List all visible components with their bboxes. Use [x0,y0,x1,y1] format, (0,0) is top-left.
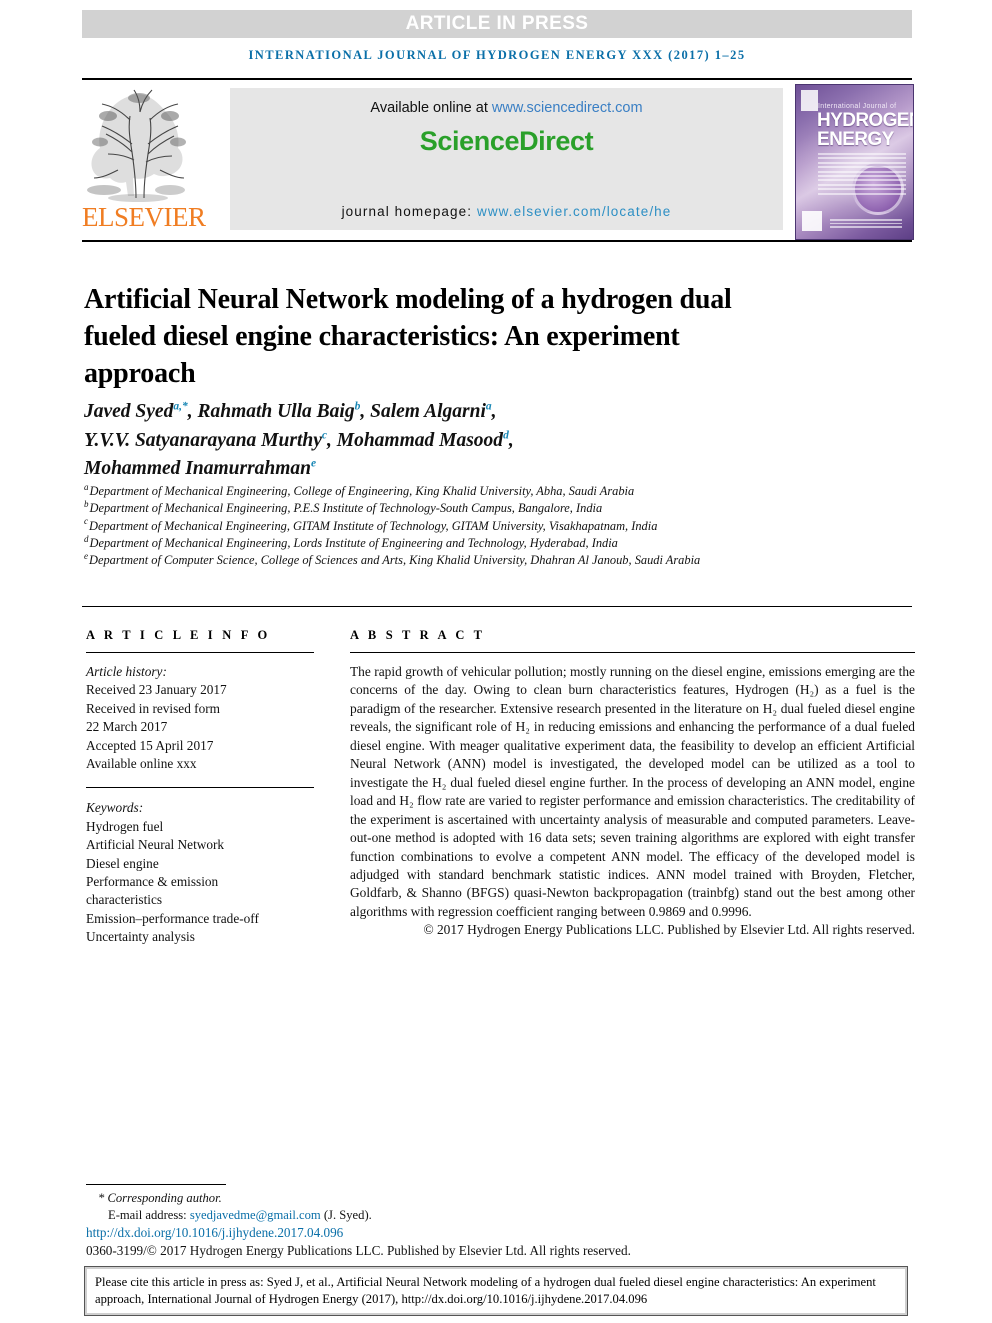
author-name: Y.V.V. Satyanarayana Murthy [84,429,322,451]
abstract-section-top-rule [82,606,912,607]
keyword-item: Emission–performance trade-off [86,910,259,926]
available-online-line: Available online at www.sciencedirect.co… [230,100,783,116]
abstract-heading: A B S T R A C T [350,628,486,642]
history-item: Received in revised form [86,700,221,716]
author-sup: a,* [173,400,188,413]
journal-cover-thumbnail: International Journal of HYDROGEN ENERGY [795,84,914,240]
corresponding-author-note: * Corresponding author. [98,1191,222,1205]
author-name: Javed Syed [84,401,174,422]
article-in-press-banner: ARTICLE IN PRESS [82,10,912,38]
affiliation-marker: a [84,481,89,492]
citation-box: Please cite this article in press as: Sy… [84,1266,908,1316]
issn-copyright-line: 0360-3199/© 2017 Hydrogen Energy Publica… [86,1242,631,1258]
journal-running-header: international journal of hydrogen energy… [248,48,746,62]
keyword-item: characteristics [86,892,163,908]
elsevier-wordmark: ELSEVIER [82,202,206,232]
author-name: Salem Algarni [370,401,486,422]
article-in-press-label: ARTICLE IN PRESS [405,13,589,34]
article-info-rule [86,652,314,653]
history-item: Available online xxx [86,756,197,772]
affiliation-text: Department of Mechanical Engineering, P.… [89,501,603,516]
email-line: E-mail address: syedjavedme@gmail.com (J… [108,1207,866,1224]
author-sup: d [503,429,509,441]
affiliation-item: aDepartment of Mechanical Engineering, C… [84,481,784,500]
affiliation-item: cDepartment of Mechanical Engineering, G… [84,516,784,535]
doi-link[interactable]: http://dx.doi.org/10.1016/j.ijhydene.201… [86,1225,866,1242]
keyword-item: Performance & emission [86,874,219,890]
cover-overline: International Journal of [818,103,897,110]
author-sup: c [321,429,327,441]
keyword-item: Hydrogen fuel [86,818,164,834]
affiliation-text: Department of Mechanical Engineering, GI… [89,518,658,533]
masthead-bottom-rule [82,240,912,242]
cover-footer-lines-decoration [830,219,902,230]
keywords-block: Keywords: Hydrogen fuel Artificial Neura… [86,799,314,946]
article-history-label: Article history: [86,664,167,679]
abstract-text: The rapid growth of vehicular pollution;… [350,664,915,919]
abstract-rule [350,652,915,653]
keyword-item: Diesel engine [86,855,159,871]
affiliation-text: Department of Computer Science, College … [89,553,701,568]
footnote-block: * Corresponding author. E-mail address: … [86,1190,866,1259]
keyword-item: Uncertainty analysis [86,929,195,945]
author-name: Rahmath Ulla Baig [197,401,355,422]
author-sup: b [354,400,361,413]
keywords-label: Keywords: [86,800,144,816]
history-item: Received 23 January 2017 [86,682,227,698]
email-owner: (J. Syed). [323,1207,372,1222]
email-link[interactable]: syedjavedme@gmail.com [190,1208,321,1222]
affiliation-marker: d [84,533,89,544]
cover-title-line2: ENERGY [817,129,894,150]
sciencedirect-wordmark: ScienceDirect [419,126,594,156]
cover-elsevier-icon [801,90,818,111]
affiliation-marker: c [84,516,88,527]
article-history-block: Article history: Received 23 January 201… [86,663,314,773]
sciencedirect-link[interactable]: www.sciencedirect.com [492,100,643,116]
journal-masthead: ELSEVIER Available online at www.science… [82,78,914,240]
keywords-rule [86,787,314,789]
author-sup: e [311,457,317,470]
history-item: Accepted 15 April 2017 [86,737,214,753]
cover-iahe-logo [802,211,822,231]
article-info-column: A R T I C L E I N F O Article history: R… [86,628,314,947]
affiliation-marker: e [84,551,88,562]
affiliation-marker: b [84,499,89,510]
journal-homepage-link[interactable]: www.elsevier.com/locate/he [477,204,671,219]
email-label: E-mail address: [108,1207,187,1222]
affiliation-text: Department of Mechanical Engineering, Lo… [89,535,618,550]
affiliation-item: bDepartment of Mechanical Engineering, P… [84,500,784,517]
footnote-rule [86,1184,226,1185]
affiliation-item: eDepartment of Computer Science, College… [84,552,784,569]
cover-text-lines-decoration [818,153,906,197]
journal-homepage-label: journal homepage: [341,204,473,219]
keyword-item: Artificial Neural Network [86,837,225,853]
history-item: 22 March 2017 [86,719,168,735]
available-online-label: Available online at [370,100,488,116]
abstract-column: A B S T R A C T The rapid growth of vehi… [350,628,915,940]
elsevier-tree-icon [87,89,186,202]
cover-title-line1: HYDROGEN [817,110,914,131]
article-info-heading: A R T I C L E I N F O [86,628,271,642]
page-title: Artificial Neural Network modeling of a … [84,283,732,389]
sciencedirect-banner: Available online at www.sciencedirect.co… [230,88,783,230]
cover-title: HYDROGEN ENERGY [817,110,914,150]
affiliation-list: aDepartment of Mechanical Engineering, C… [84,481,784,569]
author-name: Mohammad Masood [336,429,504,451]
affiliation-text: Department of Mechanical Engineering, Co… [89,484,635,498]
journal-homepage-line: journal homepage: www.elsevier.com/locat… [230,204,783,219]
author-sup: a [485,400,492,413]
affiliation-item: dDepartment of Mechanical Engineering, L… [84,533,784,552]
elsevier-logo: ELSEVIER [82,86,206,238]
author-list: Javed Syeda,*, Rahmath Ulla Baigb, Salem… [84,400,514,479]
abstract-copyright: © 2017 Hydrogen Energy Publications LLC.… [423,922,915,938]
citation-text: Please cite this article in press as: Sy… [87,1269,905,1313]
author-name: Mohammed Inamurrahman [84,458,312,479]
paper-page: ARTICLE IN PRESS international journal o… [0,0,992,1323]
